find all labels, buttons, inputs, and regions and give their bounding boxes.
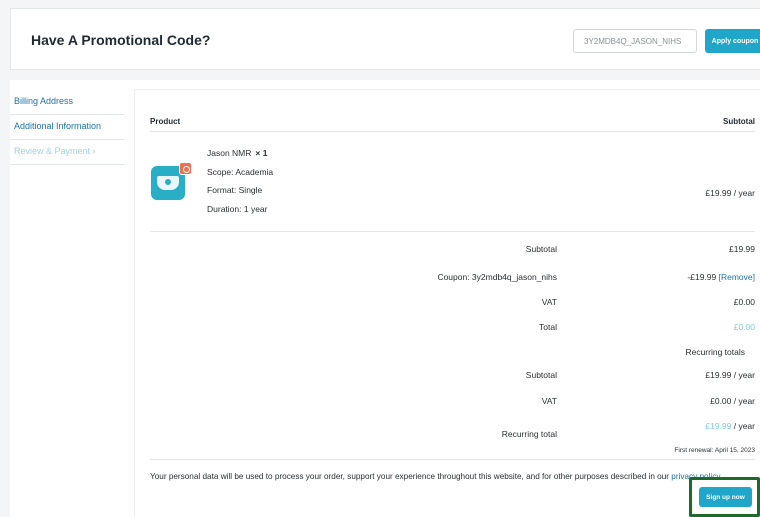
recurring-total-amount: £19.99 bbox=[705, 421, 732, 431]
subtotal-value: £19.99 bbox=[729, 244, 755, 254]
step-additional-information[interactable]: Additional Information bbox=[10, 115, 124, 140]
recurring-total-label: Recurring total bbox=[501, 429, 557, 439]
product-name-line: Jason NMR × 1 bbox=[207, 148, 267, 158]
promo-title: Have A Promotional Code? bbox=[31, 32, 211, 48]
recurring-subtotal-label: Subtotal bbox=[525, 370, 557, 380]
privacy-text: Your personal data will be used to proce… bbox=[150, 472, 672, 481]
total-label: Total bbox=[539, 322, 557, 332]
product-price: £19.99 / year bbox=[705, 188, 755, 198]
divider bbox=[150, 231, 755, 232]
divider bbox=[150, 131, 755, 132]
coupon-row-value: -£19.99 [Remove] bbox=[687, 272, 755, 282]
recurring-vat-label: VAT bbox=[541, 396, 557, 406]
checkout-area: Billing Address Additional Information R… bbox=[10, 80, 760, 517]
subtotal-label: Subtotal bbox=[525, 244, 557, 254]
product-name: Jason NMR bbox=[207, 148, 252, 158]
recurring-total-suffix: / year bbox=[731, 421, 755, 431]
total-value: £0.00 bbox=[733, 322, 755, 332]
step-billing-address[interactable]: Billing Address bbox=[10, 90, 124, 115]
product-quantity: × 1 bbox=[255, 148, 268, 158]
vat-label: VAT bbox=[541, 297, 557, 307]
remove-coupon-link[interactable]: [Remove] bbox=[719, 272, 755, 282]
coupon-discount: -£19.99 bbox=[687, 272, 717, 282]
divider bbox=[150, 459, 755, 460]
product-badge-icon bbox=[179, 162, 192, 175]
recurring-subtotal-value: £19.99 / year bbox=[705, 370, 755, 380]
checkout-steps: Billing Address Additional Information R… bbox=[10, 90, 124, 165]
product-duration: Duration: 1 year bbox=[207, 204, 268, 214]
privacy-notice: Your personal data will be used to proce… bbox=[150, 472, 722, 481]
apply-coupon-button[interactable]: Apply coupon bbox=[705, 29, 760, 53]
coupon-label: Coupon: 3y2mdb4q_jason_nihs bbox=[437, 272, 557, 282]
step-review-payment[interactable]: Review & Payment › bbox=[10, 140, 124, 165]
product-scope: Scope: Academia bbox=[207, 167, 274, 177]
vat-value: £0.00 bbox=[733, 297, 755, 307]
order-review: Product Subtotal Jason NMR × 1 Scope: Aca… bbox=[134, 89, 760, 517]
first-renewal-date: First renewal: April 15, 2023 bbox=[674, 447, 755, 454]
sign-up-button[interactable]: Sign up now bbox=[699, 487, 752, 507]
coupon-input[interactable] bbox=[573, 29, 697, 53]
recurring-totals-heading: Recurring totals bbox=[685, 347, 745, 357]
product-format: Format: Single bbox=[207, 185, 263, 195]
recurring-vat-value: £0.00 / year bbox=[710, 396, 755, 406]
signup-highlight: Sign up now bbox=[689, 477, 760, 517]
recurring-total-value: £19.99 / year bbox=[705, 421, 755, 431]
column-header-product: Product bbox=[150, 117, 181, 126]
promo-code-card: Have A Promotional Code? Apply coupon bbox=[10, 8, 760, 70]
column-header-subtotal: Subtotal bbox=[723, 117, 755, 126]
